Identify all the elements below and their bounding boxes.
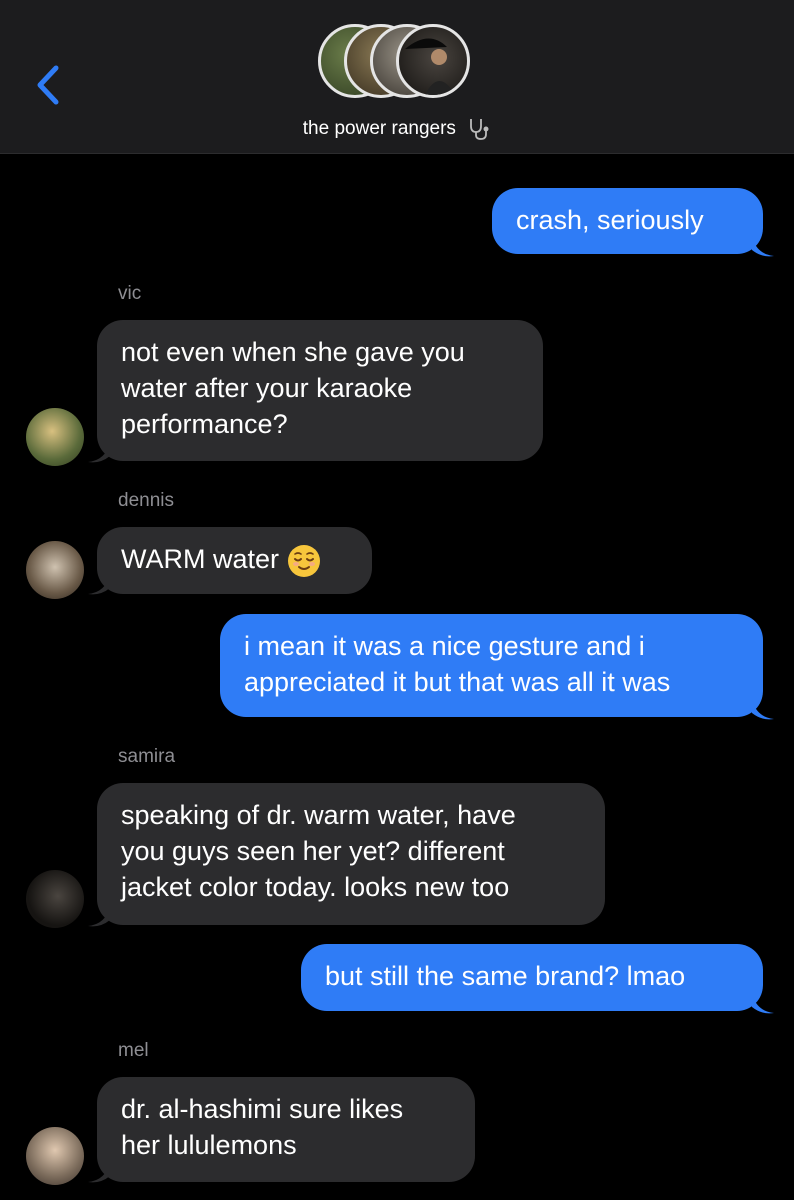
message-text-line: crash, seriously — [516, 205, 704, 235]
message-text-line: water after your karaoke — [121, 373, 413, 403]
group-avatar-stack[interactable] — [318, 24, 476, 104]
relieved-face-icon — [288, 544, 321, 577]
incoming-message-bubble[interactable]: speaking of dr. warm water, have you guy… — [97, 783, 605, 925]
avatar-samira[interactable] — [26, 870, 84, 928]
outgoing-message-bubble[interactable]: i mean it was a nice gesture and i appre… — [220, 614, 763, 717]
incoming-message-bubble[interactable]: WARM water — [97, 527, 372, 594]
bubble-tail — [88, 906, 110, 927]
sender-name: mel — [118, 1040, 149, 1061]
message-text-line: jacket color today. looks new too — [121, 872, 510, 902]
group-name-label: the power rangers — [302, 118, 456, 139]
sender-name: dennis — [118, 490, 174, 511]
avatar-vic[interactable] — [26, 408, 84, 466]
message-text-line: you guys seen her yet? different — [121, 836, 505, 866]
outgoing-message-bubble[interactable]: but still the same brand? lmao — [301, 944, 763, 1011]
sender-name: vic — [118, 283, 142, 304]
incoming-message-bubble[interactable]: not even when she gave you water after y… — [97, 320, 543, 461]
bubble-tail — [88, 442, 110, 463]
bubble-tail — [88, 574, 110, 595]
bubble-tail — [88, 1162, 110, 1183]
message-text-line: i mean it was a nice gesture and i — [244, 631, 645, 661]
message-text-line: her lululemons — [121, 1130, 297, 1160]
incoming-message-bubble[interactable]: dr. al-hashimi sure likes her lululemons — [97, 1077, 475, 1182]
message-text-line: appreciated it but that was all it was — [244, 667, 671, 697]
message-text-line: not even when she gave you — [121, 337, 465, 367]
back-chevron-icon[interactable] — [28, 62, 68, 108]
bubble-tail — [752, 993, 774, 1014]
avatar-dennis[interactable] — [26, 541, 84, 599]
conversation-header: the power rangers — [0, 0, 794, 154]
group-member-avatar — [396, 24, 470, 98]
bubble-tail — [752, 699, 774, 720]
avatar-mel[interactable] — [26, 1127, 84, 1185]
group-name[interactable]: the power rangers — [0, 117, 794, 141]
message-text-line: speaking of dr. warm water, have — [121, 800, 516, 830]
message-text-line: WARM water — [121, 544, 280, 574]
sender-name: samira — [118, 746, 176, 767]
outgoing-message-bubble[interactable]: crash, seriously — [492, 188, 763, 254]
bubble-tail — [752, 236, 774, 257]
message-text-line: but still the same brand? lmao — [325, 961, 686, 991]
message-text-line: dr. al-hashimi sure likes — [121, 1094, 404, 1124]
message-text-line: performance? — [121, 409, 288, 439]
stethoscope-icon — [470, 119, 489, 140]
